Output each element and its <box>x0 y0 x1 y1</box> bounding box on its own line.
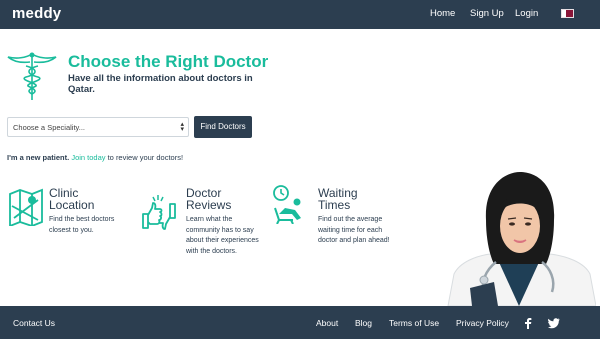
top-navbar: meddy Home Sign Up Login <box>0 0 600 29</box>
brand-logo[interactable]: meddy <box>12 5 61 22</box>
thumbs-up-down-icon <box>142 195 176 230</box>
new-patient-label: I'm a new patient. <box>7 153 70 162</box>
footer-terms-link[interactable]: Terms of Use <box>389 318 439 328</box>
twitter-icon[interactable] <box>548 317 560 329</box>
footer-about-link[interactable]: About <box>316 318 338 328</box>
feature-clinic-desc: Find the best doctors closest to you. <box>49 216 115 234</box>
qatar-flag-icon[interactable] <box>561 9 574 18</box>
footer-blog-link[interactable]: Blog <box>355 318 372 328</box>
feature-clinic-title-2: Location <box>49 198 95 212</box>
footer-contact-link[interactable]: Contact Us <box>13 318 55 328</box>
map-pin-icon <box>9 188 43 226</box>
nav-home-link[interactable]: Home <box>430 8 455 19</box>
speciality-select[interactable]: Choose a Speciality... ▴ ▾ <box>7 117 189 137</box>
doctor-illustration <box>447 172 596 306</box>
feature-waiting-desc: Find out the average waiting time for ea… <box>318 216 390 244</box>
nav-signup-link[interactable]: Sign Up <box>470 8 504 19</box>
feature-clinic-title: Clinic Location <box>49 187 129 211</box>
caduceus-icon <box>7 52 57 100</box>
new-patient-rest: to review your doctors! <box>105 153 184 162</box>
speciality-select-value: Choose a Speciality... <box>13 123 85 132</box>
join-today-link[interactable]: Join today <box>71 153 105 162</box>
feature-waiting-title-2: Times <box>318 198 351 212</box>
hero-subtitle: Have all the information about doctors i… <box>68 73 253 95</box>
feature-reviews-desc: Learn what the community has to say abou… <box>186 216 259 255</box>
hero-title: Choose the Right Doctor <box>68 52 269 71</box>
clock-waiting-icon <box>273 185 301 224</box>
feature-reviews-title-2: Reviews <box>186 198 232 212</box>
feature-reviews-title: Doctor Reviews <box>186 187 266 211</box>
footer-privacy-link[interactable]: Privacy Policy <box>456 318 509 328</box>
nav-login-link[interactable]: Login <box>515 8 538 19</box>
find-doctors-button[interactable]: Find Doctors <box>194 116 252 138</box>
new-patient-line: I'm a new patient. Join today to review … <box>7 153 183 162</box>
feature-waiting-title: Waiting Times <box>318 187 398 211</box>
facebook-icon[interactable] <box>522 317 534 329</box>
footer: Contact Us About Blog Terms of Use Priva… <box>0 306 600 339</box>
select-caret-icon: ▴ ▾ <box>180 121 184 133</box>
